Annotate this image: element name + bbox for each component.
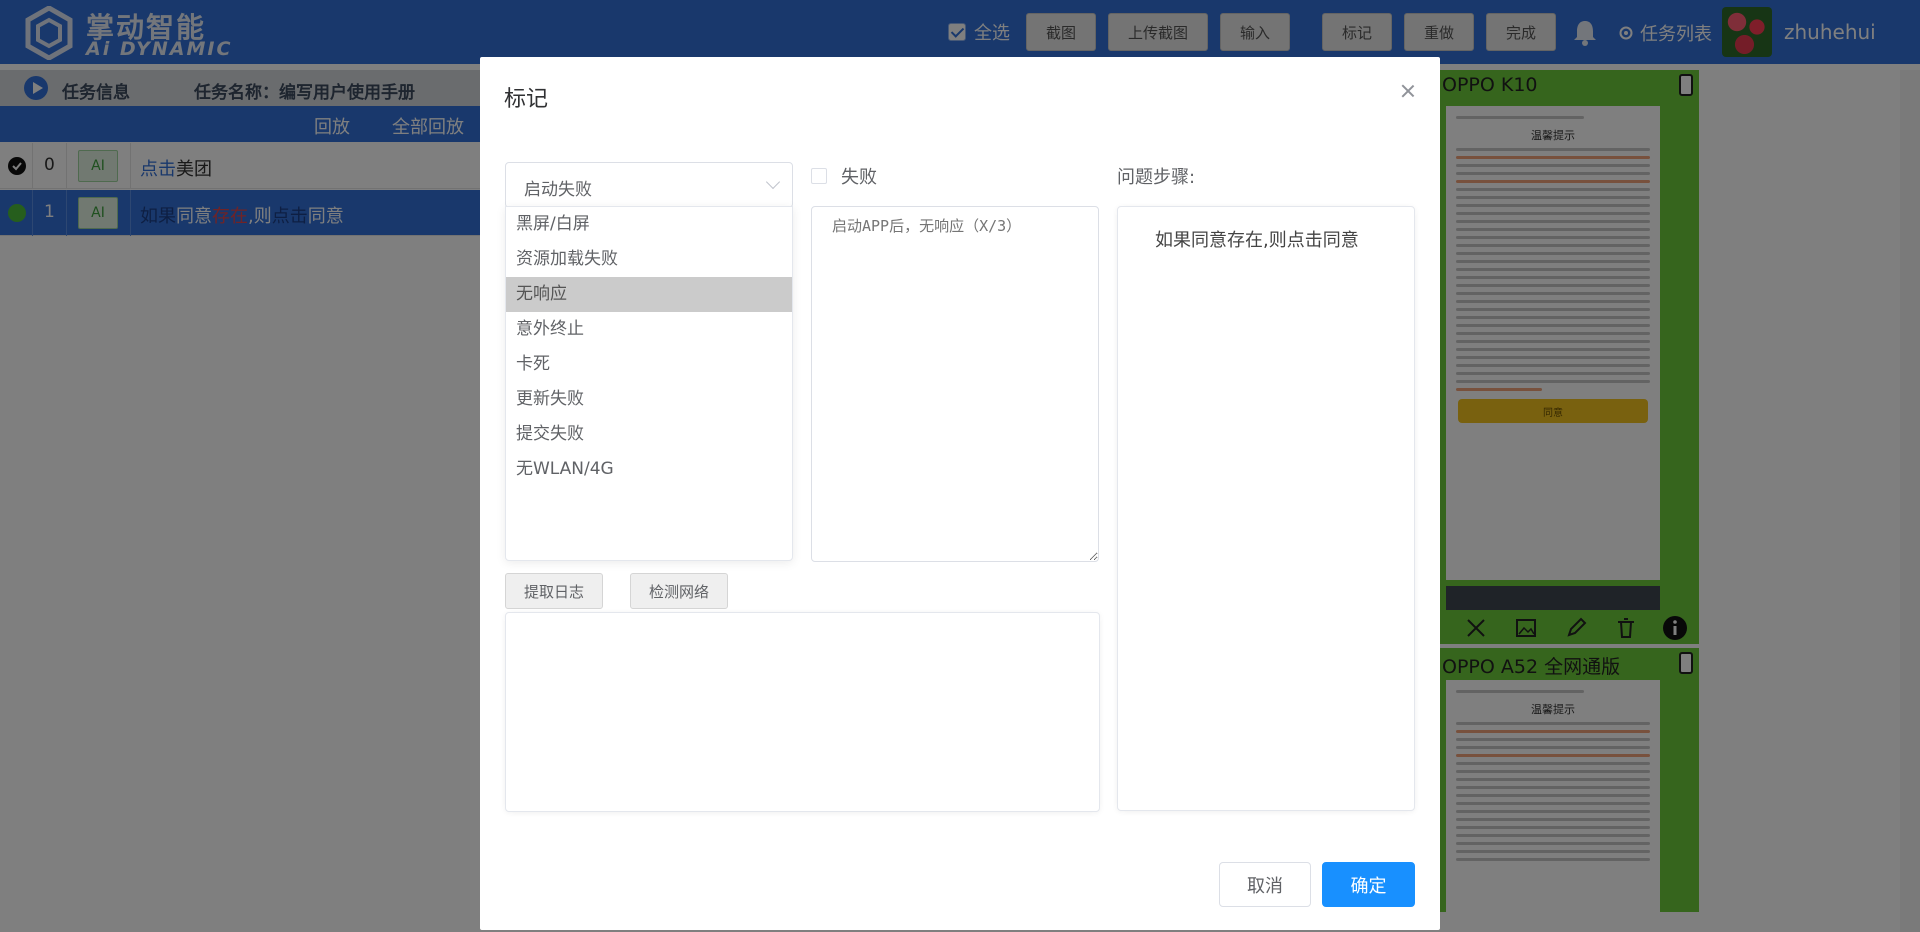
dropdown-option[interactable]: 资源加载失败	[506, 242, 792, 277]
dialog-title: 标记	[504, 87, 549, 112]
dropdown-option[interactable]: 更新失败	[506, 382, 792, 417]
log-output-box	[505, 612, 1100, 812]
dropdown-option-highlighted[interactable]: 无响应	[506, 277, 792, 312]
dropdown-option[interactable]: 意外终止	[506, 312, 792, 347]
problem-steps-text: 如果同意存在,则点击同意	[1155, 230, 1359, 251]
problem-steps-label: 问题步骤:	[1117, 167, 1196, 188]
fail-checkbox[interactable]: 失败	[811, 163, 877, 189]
problem-steps-box: 如果同意存在,则点击同意	[1117, 206, 1415, 811]
fail-label: 失败	[841, 167, 877, 188]
dropdown-option[interactable]: 卡死	[506, 347, 792, 382]
dropdown-option[interactable]: 无WLAN/4G	[506, 452, 792, 487]
mark-dialog: 标记 启动失败 黑屏/白屏 资源加载失败 无响应 意外终止 卡死 更新失败 提交…	[480, 57, 1440, 930]
failure-type-dropdown: 黑屏/白屏 资源加载失败 无响应 意外终止 卡死 更新失败 提交失败 无WLAN…	[505, 206, 793, 561]
chevron-down-icon	[765, 174, 781, 190]
confirm-button[interactable]: 确定	[1322, 862, 1415, 907]
select-value: 启动失败	[524, 180, 592, 200]
check-network-button[interactable]: 检测网络	[630, 573, 728, 609]
close-icon[interactable]	[1398, 81, 1418, 101]
dropdown-option[interactable]: 黑屏/白屏	[506, 207, 792, 242]
description-textarea[interactable]	[811, 206, 1099, 562]
cancel-button[interactable]: 取消	[1219, 862, 1311, 907]
checkbox-empty-icon[interactable]	[811, 168, 827, 184]
extract-log-button[interactable]: 提取日志	[505, 573, 603, 609]
dropdown-option[interactable]: 提交失败	[506, 417, 792, 452]
failure-type-select[interactable]: 启动失败	[505, 162, 793, 208]
